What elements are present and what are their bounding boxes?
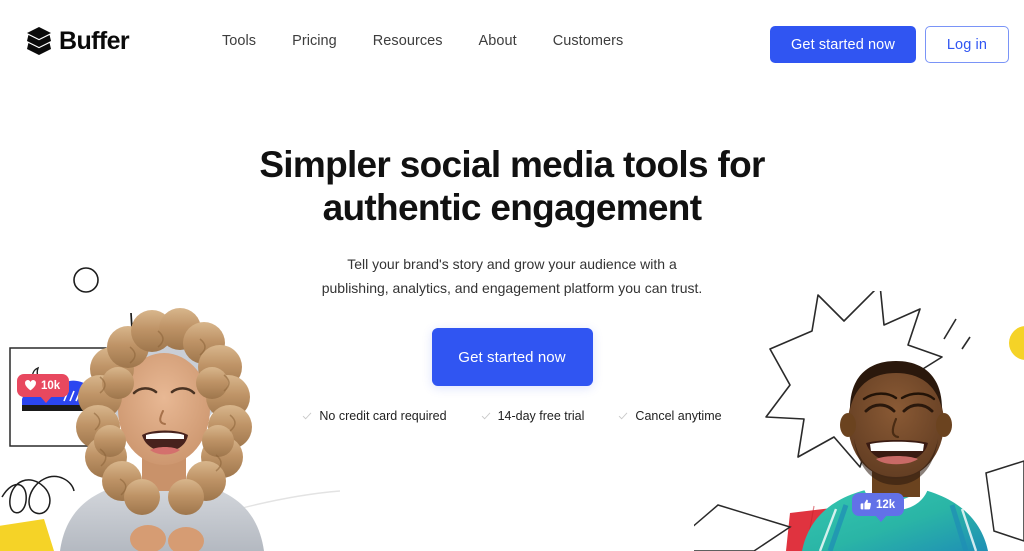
feature-free-trial: 14-day free trial [481,409,585,423]
nav-item-about[interactable]: About [479,33,517,49]
right-engagement-badge: 12k [852,493,905,522]
page-root: 10k 12k Buffer Tools Pricing Resources A… [0,0,1024,551]
header-get-started-button[interactable]: Get started now [770,26,916,63]
hero-title-line-2: authentic engagement [322,186,702,228]
feature-no-credit-card: No credit card required [302,409,447,423]
hero-get-started-button[interactable]: Get started now [431,328,593,386]
left-badge-count: 10k [41,379,61,392]
nav-item-resources[interactable]: Resources [373,33,443,49]
hero-feature-list: No credit card required 14-day free tria… [0,409,1024,423]
page-title: Simpler social media tools for authentic… [0,144,1024,230]
hero-cta-wrapper: Get started now [0,328,1024,386]
site-header: Buffer Tools Pricing Resources About Cus… [0,0,1024,86]
feature-label: Cancel anytime [635,409,722,423]
primary-nav: Tools Pricing Resources About Customers [222,33,623,49]
brand-logo[interactable]: Buffer [26,26,130,56]
header-actions: Get started now Log in [770,26,1009,63]
hero-title-line-1: Simpler social media tools for [259,144,765,185]
hero-subtitle-line-2: analytics, and engagement platform you c… [392,280,703,297]
thumbs-up-icon [860,499,871,510]
check-icon [303,412,312,420]
heart-icon [25,380,36,391]
feature-label: No credit card required [319,409,447,423]
feature-label: 14-day free trial [497,409,585,423]
header-login-button[interactable]: Log in [924,26,1009,63]
brand-name: Buffer [59,26,130,55]
feature-cancel-anytime: Cancel anytime [618,409,722,423]
nav-item-pricing[interactable]: Pricing [292,33,337,49]
check-icon [619,412,628,420]
left-engagement-badge: 10k [17,374,70,403]
right-badge-count: 12k [876,498,896,511]
nav-item-customers[interactable]: Customers [553,33,624,49]
check-icon [481,412,490,420]
stacked-layers-icon [27,27,51,55]
hero-subtitle: Tell your brand's story and grow your au… [312,252,712,300]
nav-item-tools[interactable]: Tools [222,33,256,49]
